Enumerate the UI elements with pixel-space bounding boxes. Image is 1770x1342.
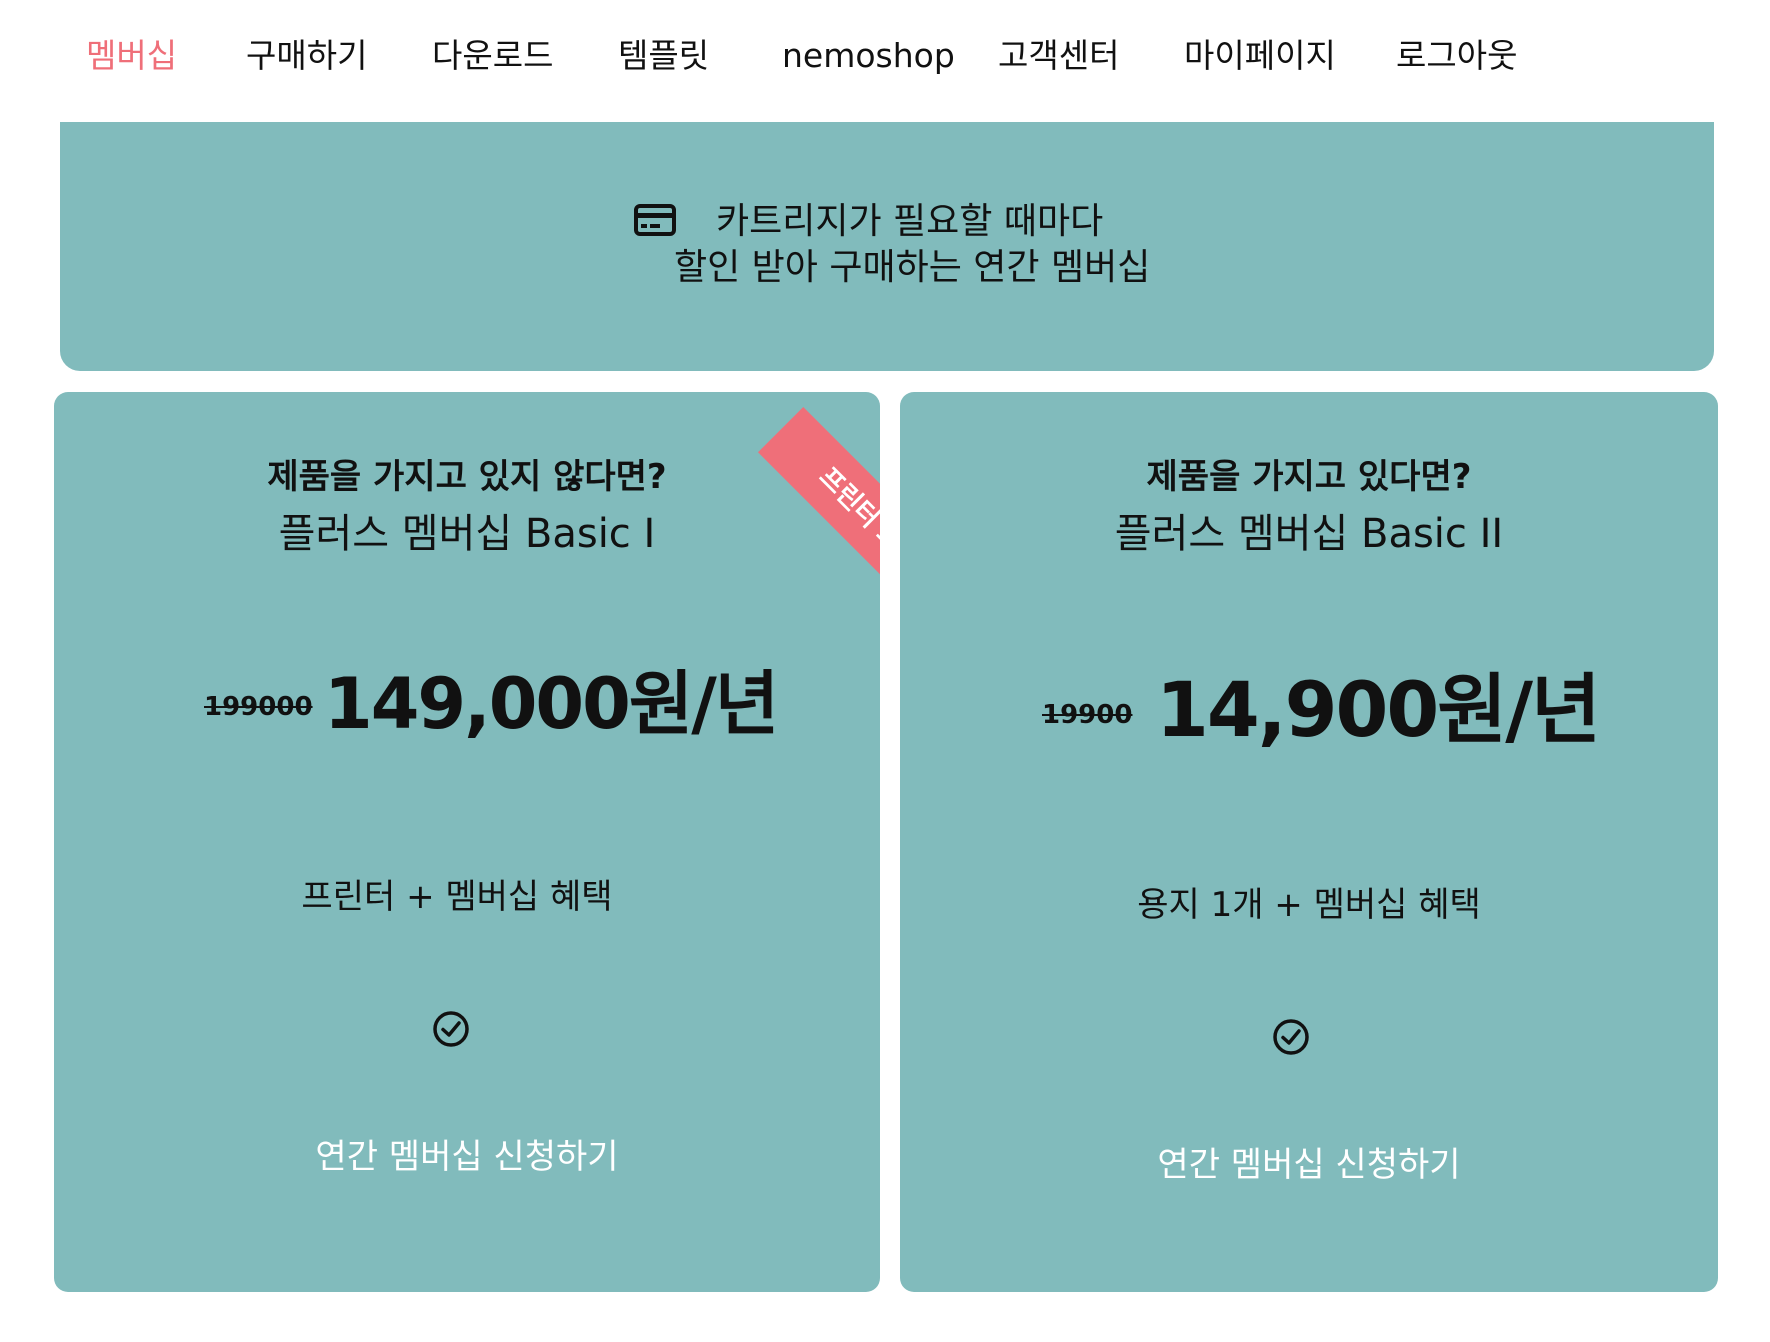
plan-benefit: 용지 1개 + 멤버십 혜택 bbox=[1137, 885, 1481, 925]
nav-item-support[interactable]: 고객센터 bbox=[998, 36, 1119, 76]
plan-price: 149,000원/년 bbox=[324, 663, 779, 745]
check-circle-icon bbox=[433, 1011, 469, 1047]
original-price: 19900 bbox=[1042, 700, 1133, 730]
nav-item-download[interactable]: 다운로드 bbox=[432, 36, 553, 76]
original-price: 199000 bbox=[204, 692, 313, 722]
membership-page: 멤버십 구매하기 다운로드 템플릿 nemoshop 고객센터 마이페이지 로그… bbox=[0, 0, 1770, 1342]
plan-subtitle: 제품을 가지고 있지 않다면? bbox=[267, 457, 667, 497]
nav-item-purchase[interactable]: 구매하기 bbox=[246, 36, 367, 76]
membership-banner: 카트리지가 필요할 때마다 할인 받아 구매하는 연간 멤버십 bbox=[60, 122, 1714, 371]
nav-item-template[interactable]: 템플릿 bbox=[618, 36, 709, 76]
nav-item-logout[interactable]: 로그아웃 bbox=[1396, 36, 1517, 76]
plan-card-basic-2: 제품을 가지고 있다면? 플러스 멤버십 Basic II 19900 14,9… bbox=[900, 392, 1718, 1292]
nav-item-nemoshop[interactable]: nemoshop bbox=[782, 36, 955, 76]
banner-headline: 카트리지가 필요할 때마다 bbox=[716, 201, 1104, 242]
nav-item-membership[interactable]: 멤버십 bbox=[86, 36, 177, 76]
price-row: 19900 14,900원/년 bbox=[900, 662, 1718, 752]
banner-subheadline: 할인 받아 구매하는 연간 멤버십 bbox=[674, 247, 1151, 288]
plan-subtitle: 제품을 가지고 있다면? bbox=[1146, 457, 1472, 497]
plan-price: 14,900원/년 bbox=[1156, 665, 1601, 754]
plan-title: 플러스 멤버십 Basic II bbox=[1114, 511, 1504, 557]
top-nav: 멤버십 구매하기 다운로드 템플릿 nemoshop 고객센터 마이페이지 로그… bbox=[0, 0, 1770, 110]
plan-card-basic-1: 프린터 포함 제품을 가지고 있지 않다면? 플러스 멤버십 Basic I 1… bbox=[54, 392, 880, 1292]
apply-membership-button[interactable]: 연간 멤버십 신청하기 bbox=[54, 1136, 880, 1178]
check-circle-icon bbox=[1273, 1019, 1309, 1055]
credit-card-icon bbox=[634, 204, 676, 236]
nav-item-mypage[interactable]: 마이페이지 bbox=[1184, 36, 1336, 76]
apply-membership-button[interactable]: 연간 멤버십 신청하기 bbox=[900, 1144, 1718, 1186]
plan-benefit: 프린터 + 멤버십 혜택 bbox=[301, 877, 613, 917]
price-row: 199000 149,000원/년 bbox=[54, 662, 880, 752]
plan-title: 플러스 멤버십 Basic I bbox=[278, 511, 656, 557]
